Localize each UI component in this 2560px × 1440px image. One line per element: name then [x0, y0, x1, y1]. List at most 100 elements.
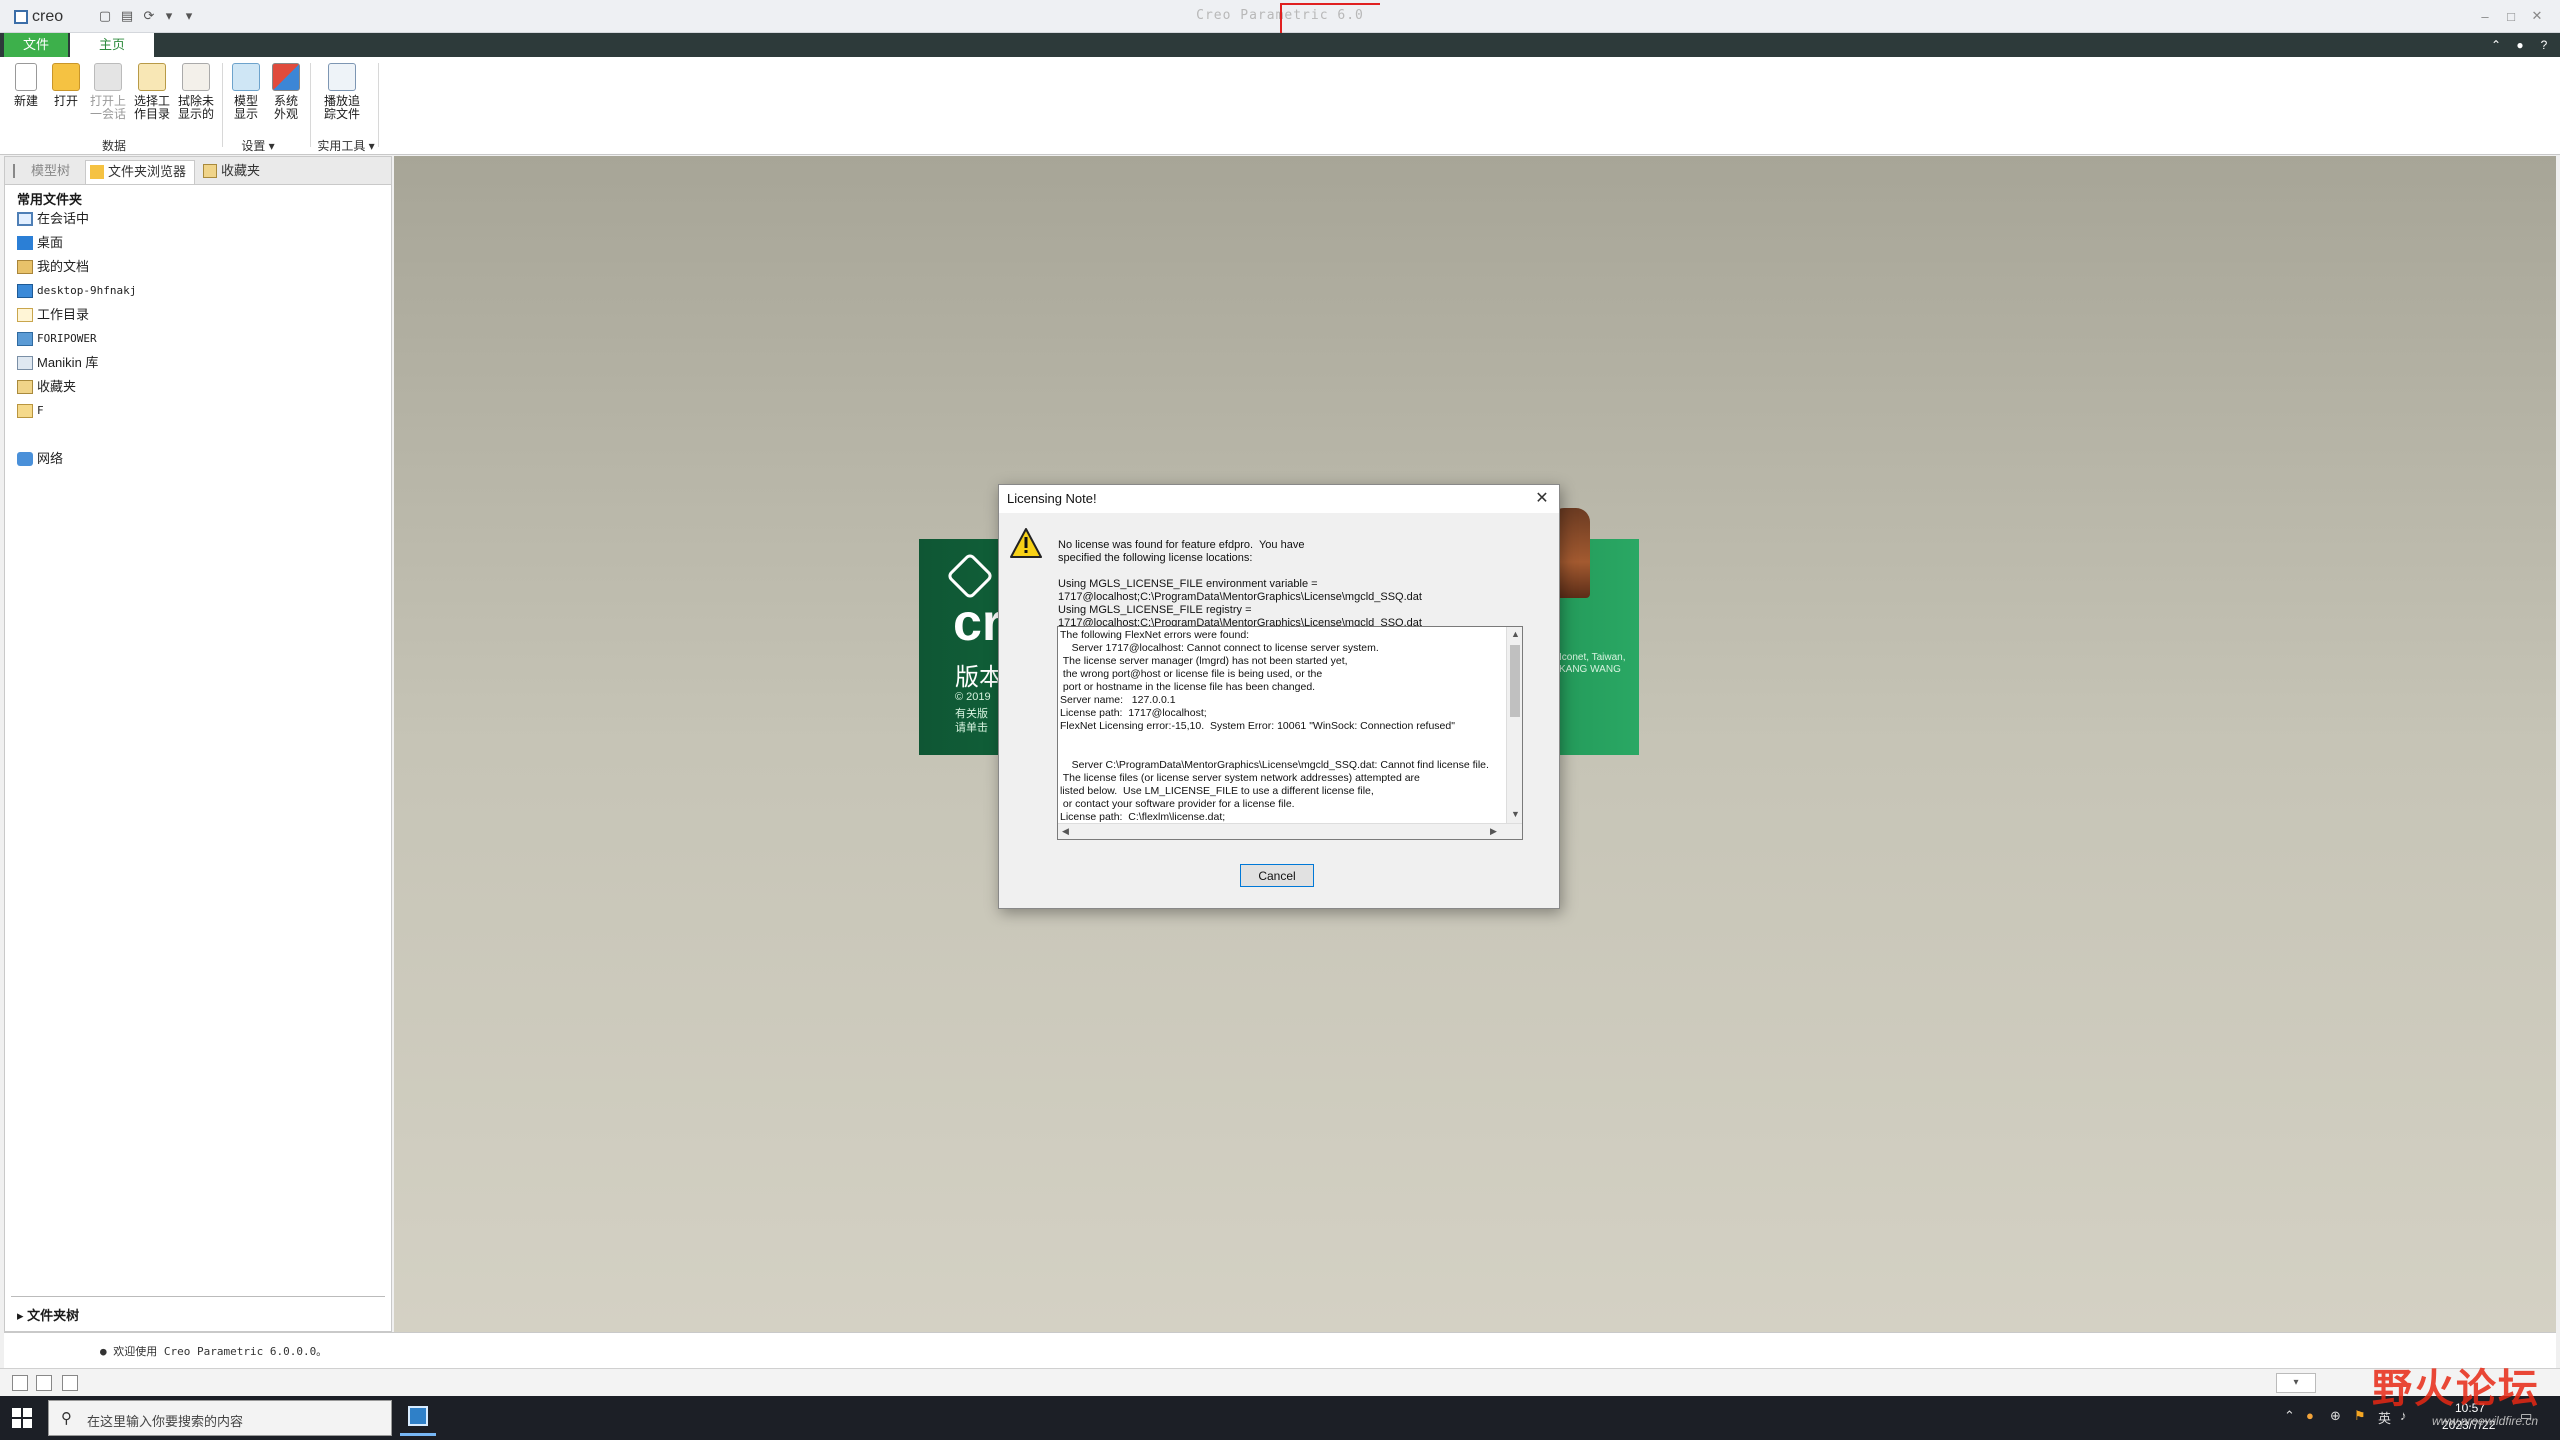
play-trail-file-button[interactable]: 播放追 踪文件 — [322, 63, 362, 121]
taskbar-app-creo[interactable] — [400, 1400, 436, 1436]
dialog-message: No license was found for feature efdpro.… — [1058, 539, 1422, 629]
help-icon[interactable]: ? — [2536, 37, 2552, 53]
tab-home[interactable]: 主页 — [70, 33, 154, 57]
red-annotation-line — [1282, 3, 1380, 5]
scrollbar-thumb[interactable] — [1510, 645, 1520, 717]
regenerate-icon[interactable]: ⟳ — [140, 7, 158, 25]
tray-app-icon[interactable]: ● — [2306, 1408, 2314, 1423]
warning-icon — [1010, 528, 1042, 558]
session-icon — [17, 212, 33, 226]
open-last-session-icon — [94, 63, 122, 91]
chevron-right-icon: ▸ — [17, 1308, 28, 1323]
close-window-icon[interactable]: ✕ — [2526, 5, 2548, 27]
creo-app-icon — [408, 1406, 428, 1426]
favorites-folder-icon — [17, 380, 33, 394]
tray-expand-icon[interactable]: ⌃ — [2284, 1408, 2295, 1424]
nav-item-working-directory[interactable]: 工作目录 — [17, 305, 89, 325]
ribbon-tab-bar: 文件 主页 ⌃ ● ? — [0, 33, 2560, 57]
scroll-right-icon[interactable]: ▶ — [1490, 826, 1497, 837]
app-logo[interactable]: creo — [14, 6, 63, 27]
open-last-session-button[interactable]: 打开上 一会话 — [88, 63, 128, 121]
splash-brand: cr — [953, 594, 1003, 652]
play-trail-icon — [328, 63, 356, 91]
maximize-icon[interactable]: □ — [2500, 5, 2522, 27]
erase-not-displayed-button[interactable]: 拭除未 显示的 — [176, 63, 216, 121]
error-log-box[interactable]: The following FlexNet errors were found:… — [1057, 626, 1523, 840]
dropdown-arrow-icon[interactable]: ▾ — [160, 7, 178, 25]
search-icon: ⚲ — [61, 1410, 72, 1427]
community-icon[interactable]: ● — [2512, 37, 2528, 53]
error-log-text: The following FlexNet errors were found:… — [1060, 629, 1489, 836]
tab-folder-browser[interactable]: 文件夹浏览器 — [85, 160, 195, 184]
nav-item-foripower[interactable]: FORIPOWER — [17, 329, 97, 349]
watermark-site: www.proewildfire.cn — [2432, 1414, 2539, 1428]
open-button[interactable]: 打开 — [46, 63, 86, 108]
select-working-directory-icon — [138, 63, 166, 91]
windows-taskbar: ⚲ 在这里输入你要搜索的内容 ⌃ ● ⊕ ⚑ 英 ♪ 10:57 2023/7/… — [0, 1396, 2560, 1440]
navigator-toggle-icon[interactable] — [12, 1375, 28, 1391]
splash-credit: Iconet, Taiwan, — [1559, 652, 1626, 663]
splash-credit-name: KANG WANG — [1559, 664, 1621, 675]
minimize-icon[interactable]: – — [2474, 5, 2496, 27]
scroll-up-icon[interactable]: ▲ — [1511, 629, 1520, 639]
common-folders-title: 常用文件夹 — [17, 192, 83, 207]
selection-filter-dropdown[interactable]: ▾ — [2276, 1373, 2316, 1393]
nav-item-my-documents[interactable]: 我的文档 — [17, 257, 89, 277]
group-label-utilities[interactable]: 实用工具 ▾ — [312, 137, 380, 154]
folder-tree-toggle[interactable]: ▸ 文件夹树 — [17, 1305, 79, 1324]
new-file-icon[interactable]: ▢ — [96, 7, 114, 25]
navigator-panel: 模型树 文件夹浏览器 收藏夹 常用文件夹 在会话中 桌面 我的文档 deskto… — [4, 156, 392, 1332]
status-bar: ▾ — [0, 1368, 2560, 1396]
dialog-close-icon[interactable]: ✕ — [1531, 488, 1553, 510]
tab-model-tree[interactable]: 模型树 — [9, 160, 81, 184]
taskbar-search-placeholder: 在这里输入你要搜索的内容 — [87, 1414, 244, 1429]
select-working-directory-button[interactable]: 选择工 作目录 — [132, 63, 172, 121]
scroll-left-icon[interactable]: ◀ — [1062, 826, 1069, 837]
open-file-icon[interactable]: ▤ — [118, 7, 136, 25]
documents-icon — [17, 260, 33, 274]
taskbar-search-box[interactable]: ⚲ 在这里输入你要搜索的内容 — [48, 1400, 392, 1436]
manikin-icon — [17, 356, 33, 370]
browser-toggle-icon[interactable] — [36, 1375, 52, 1391]
model-display-button[interactable]: 模型 显示 — [226, 63, 266, 121]
network-icon — [17, 452, 33, 466]
windows-start-icon[interactable] — [12, 1408, 32, 1428]
ribbon: 新建 打开 打开上 一会话 选择工 作目录 拭除未 显示的 模型 显示 系统 外… — [0, 57, 2560, 155]
licensing-dialog: Licensing Note! ✕ No license was found f… — [998, 484, 1560, 909]
tray-flag-icon[interactable]: ⚑ — [2354, 1408, 2366, 1424]
splash-line3: 请单击 — [955, 722, 988, 734]
cancel-button[interactable]: Cancel — [1240, 864, 1314, 887]
group-label-data: 数据 — [101, 139, 126, 153]
tab-file[interactable]: 文件 — [4, 33, 68, 57]
open-folder-icon — [52, 63, 80, 91]
dialog-title-bar: Licensing Note! ✕ — [999, 485, 1559, 513]
scroll-down-icon[interactable]: ▼ — [1511, 809, 1520, 819]
nav-item-manikin[interactable]: Manikin 库 — [17, 353, 98, 373]
nav-item-network[interactable]: 网络 — [17, 449, 63, 469]
erase-icon — [182, 63, 210, 91]
collapse-ribbon-icon[interactable]: ⌃ — [2488, 37, 2504, 53]
new-button[interactable]: 新建 — [6, 63, 46, 108]
nav-item-drive-f[interactable]: F — [17, 401, 44, 421]
nav-item-computer[interactable]: desktop-9hfnakj — [17, 281, 136, 301]
dialog-title: Licensing Note! — [1007, 491, 1097, 506]
group-label-settings[interactable]: 设置 ▾ — [232, 137, 284, 154]
nav-item-favorites[interactable]: 收藏夹 — [17, 377, 76, 397]
customize-toolbar-icon[interactable]: ▾ — [180, 7, 198, 25]
fullscreen-toggle-icon[interactable] — [62, 1375, 78, 1391]
system-appearance-button[interactable]: 系统 外观 — [266, 63, 306, 121]
watermark-logo: 野火论坛 — [2372, 1367, 2540, 1411]
splash-version: 版本 — [955, 664, 1003, 691]
folder-browser-icon — [90, 165, 104, 179]
vertical-scrollbar[interactable]: ▲ ▼ — [1506, 627, 1522, 823]
library-icon — [17, 332, 33, 346]
nav-item-desktop[interactable]: 桌面 — [17, 233, 63, 253]
tab-favorites[interactable]: 收藏夹 — [199, 160, 271, 184]
system-appearance-icon — [272, 63, 300, 91]
network-tray-icon[interactable]: ⊕ — [2330, 1408, 2341, 1424]
desktop-icon — [17, 236, 33, 250]
horizontal-scrollbar[interactable]: ◀ ▶ — [1058, 823, 1522, 839]
model-display-icon — [232, 63, 260, 91]
nav-item-in-session[interactable]: 在会话中 — [17, 209, 89, 229]
computer-icon — [17, 284, 33, 298]
